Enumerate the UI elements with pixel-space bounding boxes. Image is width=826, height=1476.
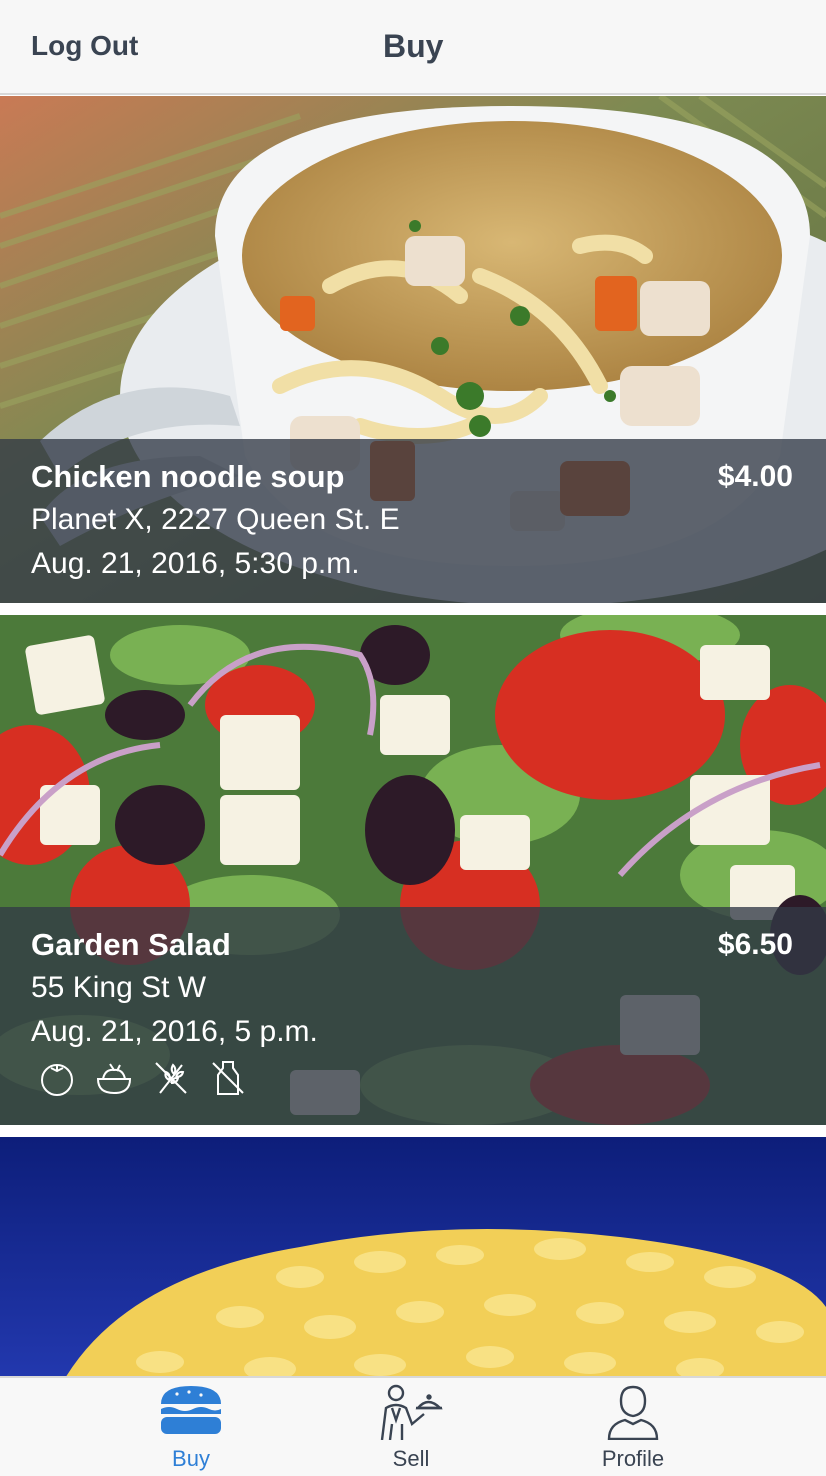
person-icon bbox=[607, 1385, 659, 1440]
listing-card-chicken-soup[interactable]: Chicken noodle soup $4.00 Planet X, 2227… bbox=[0, 96, 826, 603]
listing-feed[interactable]: Chicken noodle soup $4.00 Planet X, 2227… bbox=[0, 96, 826, 1376]
tab-sell[interactable]: Sell bbox=[351, 1378, 471, 1476]
food-name: Garden Salad bbox=[31, 927, 231, 962]
food-name: Chicken noodle soup bbox=[31, 459, 345, 494]
page-title: Buy bbox=[383, 28, 444, 64]
tab-profile[interactable]: Profile bbox=[573, 1378, 693, 1476]
bottom-tab-bar: Buy Sell Profile bbox=[0, 1376, 826, 1476]
pickup-time: Aug. 21, 2016, 5:30 p.m. bbox=[31, 547, 360, 580]
listing-info: Garden Salad $6.50 55 King St W Aug. 21,… bbox=[0, 907, 826, 1125]
gluten-free-icon bbox=[152, 1059, 190, 1097]
logout-button[interactable]: Log Out bbox=[31, 30, 138, 62]
food-price: $6.50 bbox=[717, 928, 793, 961]
pickup-time: Aug. 21, 2016, 5 p.m. bbox=[31, 1015, 318, 1048]
food-price: $4.00 bbox=[717, 460, 793, 493]
food-location: Planet X, 2227 Queen St. E bbox=[31, 503, 400, 536]
mac-and-cheese-photo bbox=[0, 1137, 826, 1376]
top-navbar: Log Out Buy bbox=[0, 0, 826, 95]
tab-buy[interactable]: Buy bbox=[131, 1378, 251, 1476]
tab-label: Sell bbox=[392, 1446, 430, 1471]
tab-label: Buy bbox=[172, 1446, 210, 1471]
waiter-icon bbox=[380, 1384, 443, 1440]
diet-icons bbox=[38, 1059, 247, 1097]
listing-info: Chicken noodle soup $4.00 Planet X, 2227… bbox=[0, 439, 826, 603]
burger-icon bbox=[161, 1386, 221, 1434]
food-location: 55 King St W bbox=[31, 971, 207, 1004]
dairy-free-icon bbox=[209, 1059, 247, 1097]
listing-card-garden-salad[interactable]: Garden Salad $6.50 55 King St W Aug. 21,… bbox=[0, 615, 826, 1125]
listing-card-mac-and-cheese[interactable] bbox=[0, 1137, 826, 1376]
bowl-icon bbox=[95, 1059, 133, 1097]
tomato-icon bbox=[38, 1059, 76, 1097]
tab-label: Profile bbox=[601, 1446, 665, 1471]
